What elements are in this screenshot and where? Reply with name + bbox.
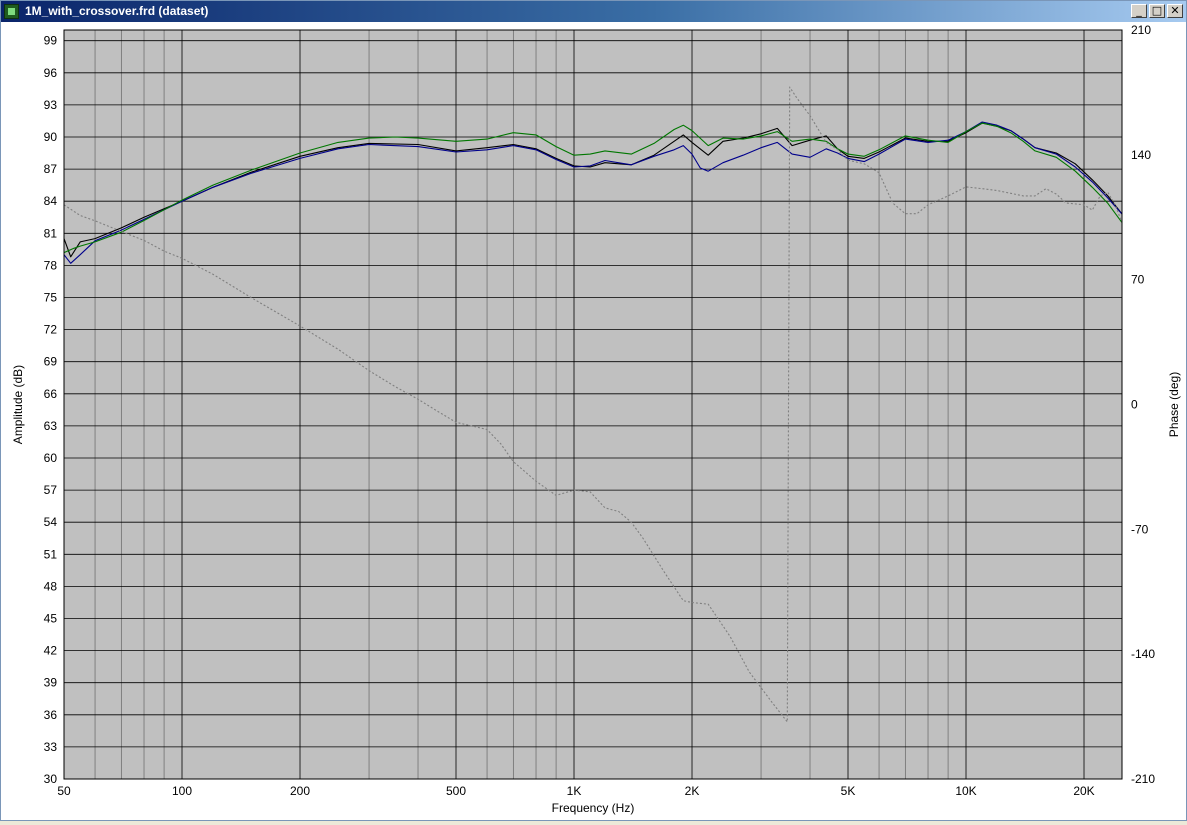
y-tick-label: 33	[44, 740, 58, 754]
x-tick-label: 500	[446, 784, 466, 798]
app-window: 1M_with_crossover.frd (dataset) _ □ ✕ 30…	[0, 0, 1187, 821]
frequency-response-chart[interactable]: 30 33 36 39 42 45 48 51 54 57 60 63 66 69 72 75 78 81 84 87…	[1, 22, 1186, 820]
y2-tick-label: 210	[1131, 23, 1151, 37]
x-tick-label: 5K	[841, 784, 856, 798]
window-controls: _ □ ✕	[1131, 4, 1183, 18]
y-axis-title: Amplitude (dB)	[11, 365, 25, 444]
y-tick-label: 51	[44, 547, 58, 561]
plot-area: 30 33 36 39 42 45 48 51 54 57 60 63 66 69 72 75 78 81 84 87…	[1, 22, 1186, 820]
x-tick-label: 20K	[1073, 784, 1094, 798]
y-tick-label: 63	[44, 419, 58, 433]
y-tick-label: 36	[44, 708, 58, 722]
y-tick-label: 66	[44, 387, 58, 401]
plot-background	[64, 30, 1122, 779]
y2-tick-label: -70	[1131, 522, 1149, 536]
y2-tick-label: -210	[1131, 772, 1155, 786]
close-button[interactable]: ✕	[1167, 4, 1183, 18]
y-tick-label: 30	[44, 772, 58, 786]
y2-tick-label: 140	[1131, 148, 1151, 162]
y-tick-label: 90	[44, 130, 58, 144]
maximize-button[interactable]: □	[1149, 4, 1165, 18]
y-tick-label: 39	[44, 676, 58, 690]
y-tick-label: 42	[44, 644, 58, 658]
x-tick-label: 10K	[955, 784, 976, 798]
x-tick-label: 200	[290, 784, 310, 798]
y-tick-label: 78	[44, 258, 58, 272]
x-axis-title: Frequency (Hz)	[552, 801, 635, 815]
y2-tick-label: 0	[1131, 398, 1138, 412]
y-tick-label: 93	[44, 98, 58, 112]
x-tick-label: 50	[57, 784, 71, 798]
window-title: 1M_with_crossover.frd (dataset)	[25, 4, 209, 18]
y-tick-label: 96	[44, 66, 58, 80]
x-tick-label: 1K	[567, 784, 582, 798]
title-bar[interactable]: 1M_with_crossover.frd (dataset) _ □ ✕	[1, 1, 1186, 22]
y-tick-label: 81	[44, 226, 58, 240]
x-tick-label: 2K	[685, 784, 700, 798]
y-tick-label: 99	[44, 34, 58, 48]
y-tick-label: 84	[44, 194, 58, 208]
y-tick-label: 57	[44, 483, 58, 497]
y2-tick-label: -140	[1131, 647, 1155, 661]
x-tick-label: 100	[172, 784, 192, 798]
y-tick-label: 87	[44, 162, 58, 176]
y-tick-label: 54	[44, 515, 58, 529]
minimize-button[interactable]: _	[1131, 4, 1147, 18]
y2-axis-title: Phase (deg)	[1167, 372, 1181, 437]
app-icon[interactable]	[4, 4, 19, 19]
y-tick-label: 45	[44, 612, 58, 626]
y-tick-label: 69	[44, 355, 58, 369]
y2-tick-label: 70	[1131, 273, 1145, 287]
y-tick-label: 72	[44, 323, 58, 337]
y-tick-label: 60	[44, 451, 58, 465]
y-tick-label: 48	[44, 579, 58, 593]
y-tick-label: 75	[44, 291, 58, 305]
